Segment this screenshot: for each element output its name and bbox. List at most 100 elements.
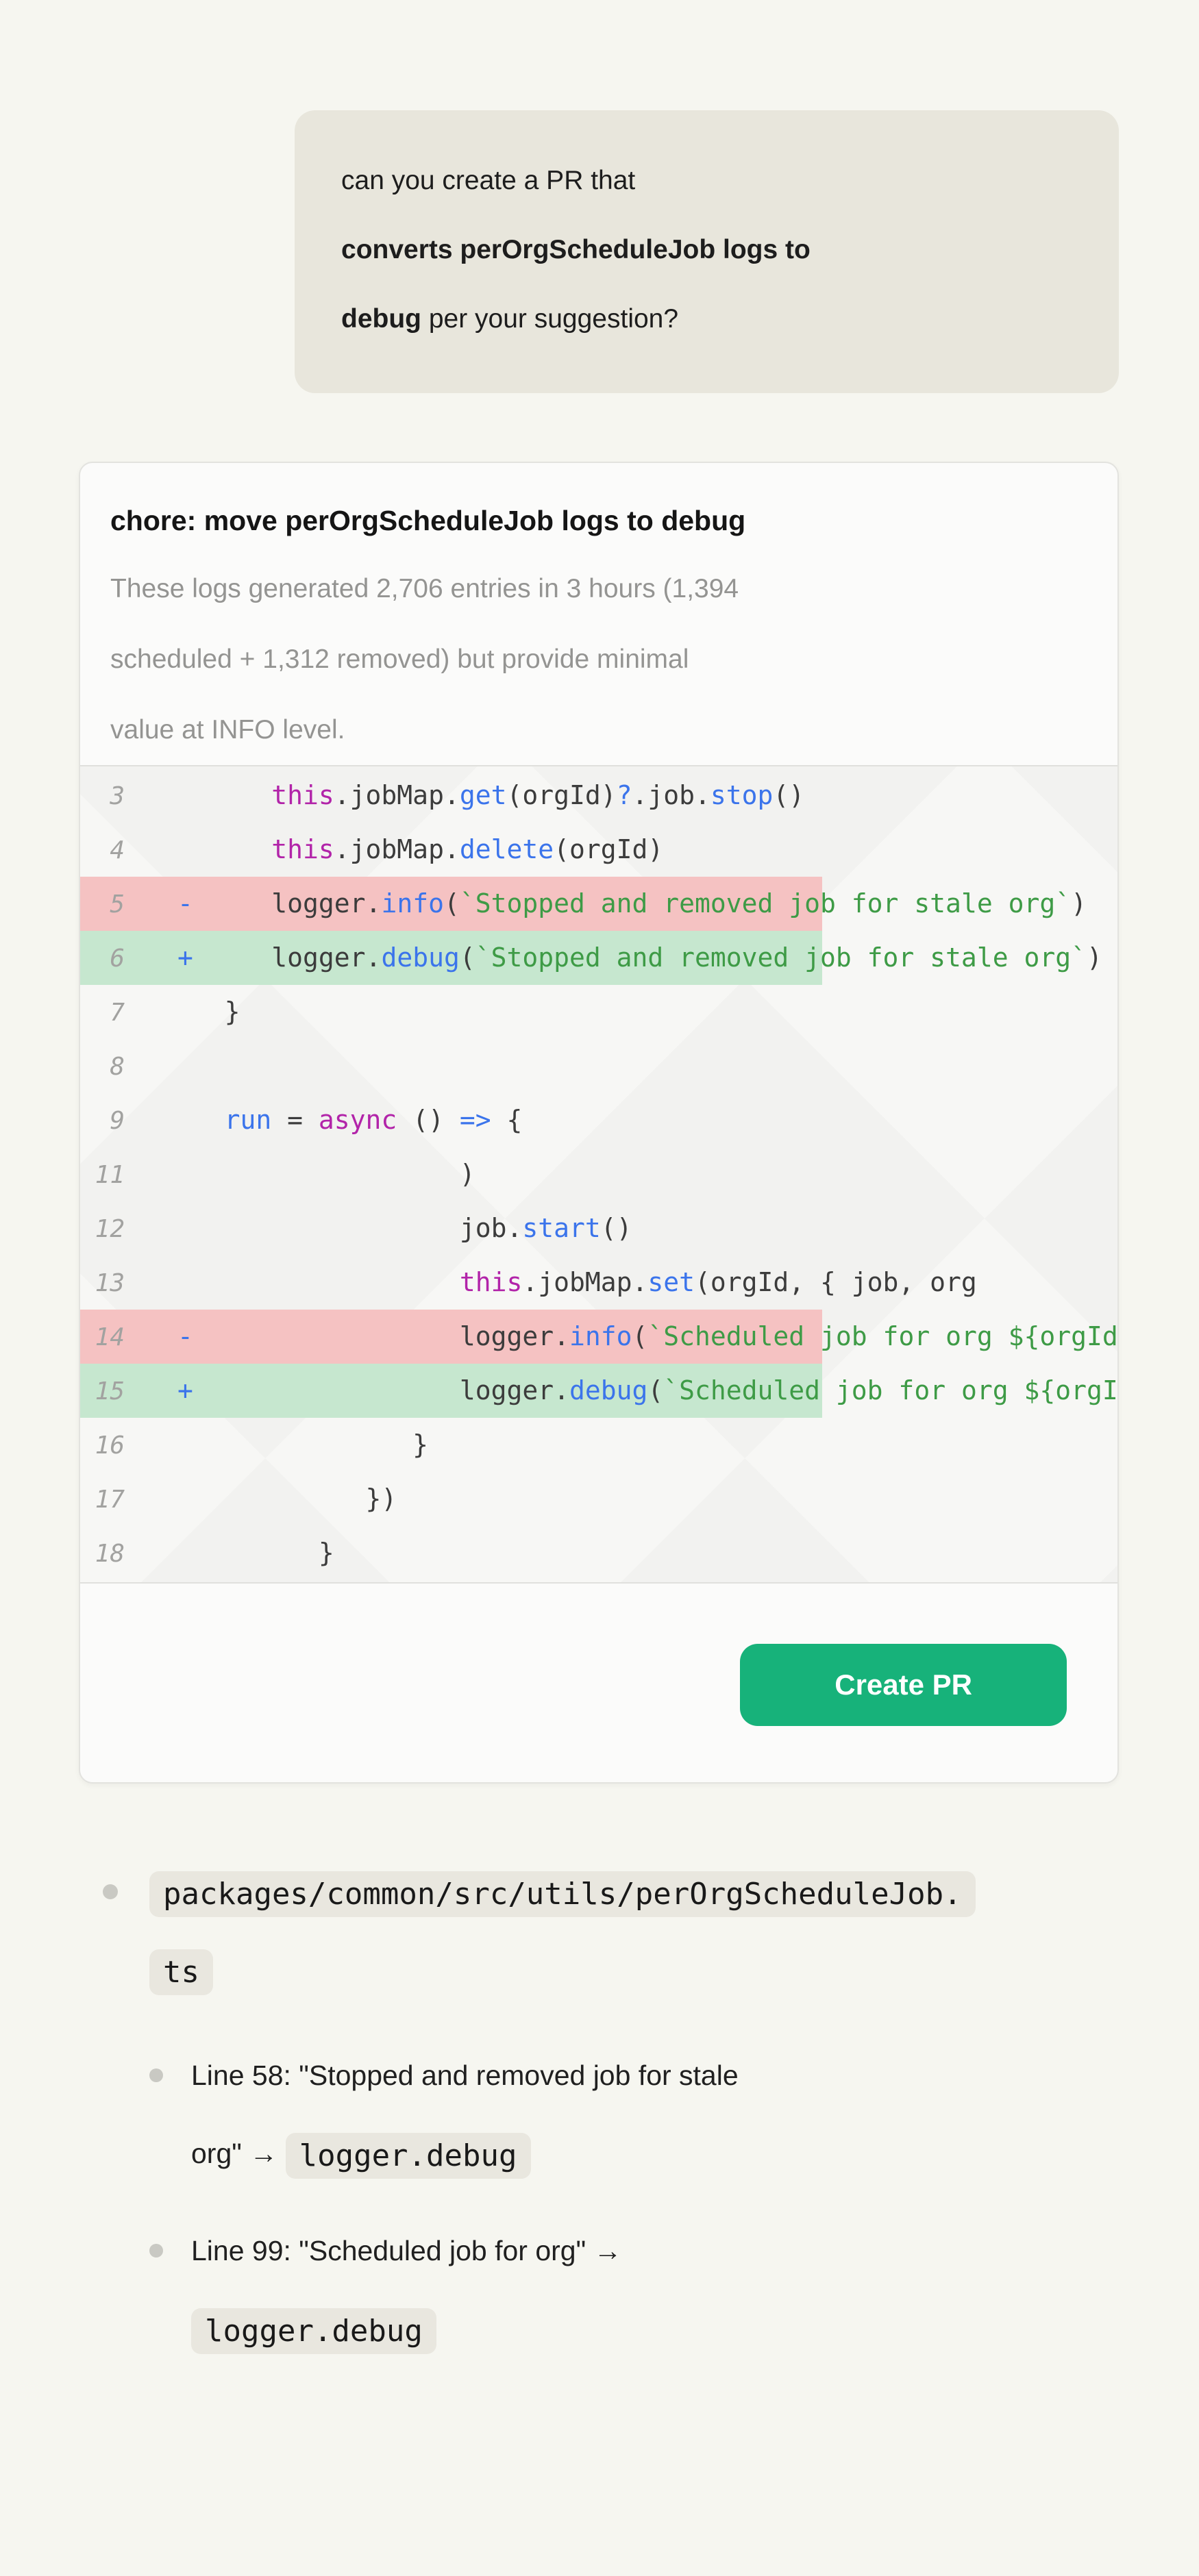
diff-row: 5- logger.info(`Stopped and removed job … [80, 877, 1117, 931]
message-segment: per your suggestion? [421, 304, 678, 334]
code-segment [193, 942, 271, 973]
code-segment: ( [444, 888, 460, 918]
code-segment: set [647, 1267, 695, 1297]
chat-page: can you create a PR thatconverts perOrgS… [0, 110, 1199, 2387]
code-segment: } [177, 1429, 428, 1460]
diff-row: 11 ) [80, 1147, 1117, 1201]
line-number: 12 [80, 1202, 177, 1256]
diff-row: 6+ logger.debug(`Stopped and removed job… [80, 931, 1117, 985]
diff-row: 9 run = async () => { [80, 1093, 1117, 1147]
code-segment: = [271, 1105, 319, 1135]
code-segment: { [491, 1105, 523, 1135]
create-pr-button[interactable]: Create PR [740, 1644, 1067, 1726]
code-segment: `Scheduled job for org ${orgId}` [647, 1321, 1117, 1351]
diff-row: 8 [80, 1039, 1117, 1093]
line-number: 7 [80, 986, 177, 1040]
code-segment: `Scheduled job for org ${orgId}` [663, 1375, 1117, 1405]
diff-row: 15+ logger.debug(`Scheduled job for org … [80, 1364, 1117, 1418]
code-segment [177, 1213, 460, 1243]
list-item: Line 99: "Scheduled job for org" → logger… [149, 2212, 1119, 2368]
note-line: Line 58: "Stopped and removed job for st… [191, 2036, 1119, 2114]
pr-card-header: chore: move perOrgScheduleJob logs to de… [80, 463, 1117, 765]
line-number: 9 [80, 1094, 177, 1148]
message-line: converts perOrgScheduleJob logs to [341, 215, 1072, 284]
code-segment [193, 1375, 460, 1405]
code-segment: delete [460, 834, 554, 864]
inline-code-chip: logger.debug [191, 2308, 436, 2354]
note-line: ts [149, 1931, 1119, 2009]
code-segment: ) [177, 1159, 475, 1189]
description-line: These logs generated 2,706 entries in 3 … [110, 553, 1087, 624]
code-segment: () [773, 780, 804, 810]
note-text: Line 58: "Stopped and removed job for st… [191, 2060, 739, 2091]
code-segment: () [397, 1105, 460, 1135]
diff-row: 16 } [80, 1418, 1117, 1472]
code-segment [177, 780, 271, 810]
notes-list: packages/common/src/utils/perOrgSchedule… [103, 1853, 1119, 2387]
code-segment: ( [460, 942, 475, 973]
code-segment [177, 1267, 460, 1297]
code-segment: info [381, 888, 444, 918]
code-segment: (orgId) [554, 834, 663, 864]
list-item: packages/common/src/utils/perOrgSchedule… [103, 1853, 1119, 2387]
code-segment: ( [647, 1375, 663, 1405]
code-segment: logger. [460, 1375, 569, 1405]
code-segment: job. [460, 1213, 523, 1243]
code-segment: `Stopped and removed job for stale org` [475, 942, 1087, 973]
code-segment: info [569, 1321, 632, 1351]
code-segment: () [601, 1213, 632, 1243]
note-line: org" → logger.debug [191, 2114, 1119, 2192]
diff-row: 12 job.start() [80, 1201, 1117, 1255]
code-segment: get [460, 780, 507, 810]
diff-minus-marker-icon: - [177, 888, 193, 918]
line-number: 5 [80, 877, 177, 931]
pr-description: These logs generated 2,706 entries in 3 … [110, 553, 1087, 765]
bullet-icon [149, 2068, 163, 2082]
code-segment: => [460, 1105, 491, 1135]
bullet-icon [103, 1884, 118, 1899]
code-segment: ( [632, 1321, 648, 1351]
code-segment [193, 1321, 460, 1351]
note-line: Line 99: "Scheduled job for org" → [191, 2212, 1119, 2290]
diff-code-block[interactable]: 3 this.jobMap.get(orgId)?.job.stop()4 th… [80, 765, 1117, 1584]
line-number: 3 [80, 769, 177, 823]
line-number: 13 [80, 1256, 177, 1310]
code-segment: debug [381, 942, 459, 973]
code-segment: ) [1087, 942, 1102, 973]
code-segment [177, 834, 271, 864]
code-segment: logger. [271, 942, 381, 973]
diff-row: 13 this.jobMap.set(orgId, { job, org [80, 1255, 1117, 1310]
list-item-content: Line 58: "Stopped and removed job for st… [191, 2036, 1119, 2192]
line-number: 11 [80, 1148, 177, 1202]
line-number: 8 [80, 1040, 177, 1094]
code-segment: } [177, 997, 240, 1027]
code-segment: .job. [632, 780, 710, 810]
diff-row: 18 } [80, 1526, 1117, 1580]
code-segment: logger. [271, 888, 381, 918]
inline-code-chip: logger.debug [286, 2133, 531, 2179]
code-segment [177, 1105, 225, 1135]
list-item: Line 58: "Stopped and removed job for st… [149, 2036, 1119, 2192]
code-segment: start [522, 1213, 600, 1243]
message-line: can you create a PR that [341, 146, 1072, 215]
code-segment: (orgId, { job, org [695, 1267, 977, 1297]
code-segment: logger. [460, 1321, 569, 1351]
code-segment: ? [617, 780, 632, 810]
list-item-content: packages/common/src/utils/perOrgSchedule… [149, 1853, 1119, 2387]
note-text: org" → [191, 2138, 286, 2169]
diff-row: 7 } [80, 985, 1117, 1039]
code-segment: }) [177, 1484, 397, 1514]
line-number: 15 [80, 1364, 177, 1418]
diff-plus-marker-icon: + [177, 1375, 193, 1405]
bullet-icon [149, 2244, 163, 2258]
code-segment: async [319, 1105, 397, 1135]
user-message-bubble: can you create a PR thatconverts perOrgS… [295, 110, 1119, 393]
description-line: scheduled + 1,312 removed) but provide m… [110, 624, 1087, 695]
message-segment: debug [341, 304, 421, 334]
pr-card: chore: move perOrgScheduleJob logs to de… [79, 462, 1119, 1784]
message-line: debug per your suggestion? [341, 284, 1072, 353]
code-segment: this [271, 780, 334, 810]
code-segment: stop [710, 780, 774, 810]
note-line: logger.debug [191, 2290, 1119, 2368]
code-segment: `Stopped and removed job for stale org` [460, 888, 1071, 918]
